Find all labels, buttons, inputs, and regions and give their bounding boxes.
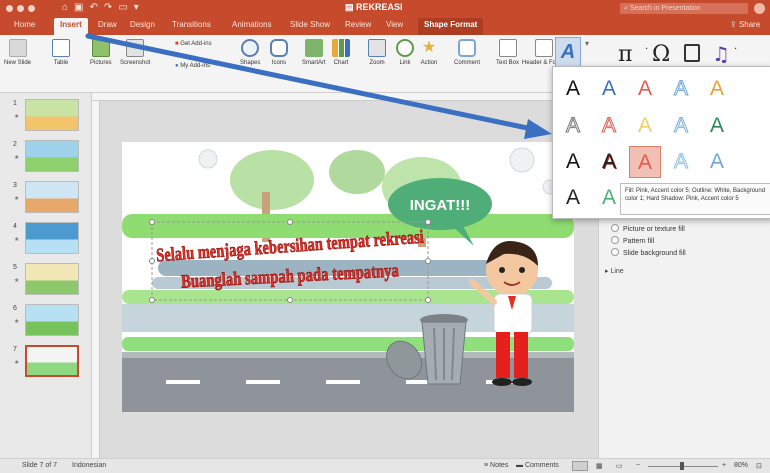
powerpoint-window: ⌂ ▣ ↶ ↷ ▭ ▾ ▤ REKREASI ⌕ Search in Prese… <box>0 0 770 473</box>
zoom-level[interactable]: 80% <box>734 462 748 469</box>
slide-counter: Slide 7 of 7 <box>22 462 58 469</box>
fit-to-window-icon[interactable]: ⊡ <box>756 462 762 470</box>
status-bar: Slide 7 of 7 Indonesian ≡ Notes ▬ Commen… <box>0 458 770 473</box>
zoom-slider-thumb[interactable] <box>680 462 684 470</box>
language-indicator[interactable]: Indonesian <box>72 462 106 469</box>
normal-view-button[interactable] <box>572 461 588 471</box>
comments-icon: ▬ <box>516 462 525 469</box>
zoom-out-icon[interactable]: − <box>636 462 640 469</box>
annotation-arrow-layer <box>85 33 552 139</box>
reading-view-icon[interactable]: ▭ <box>616 462 623 470</box>
notes-button[interactable]: ≡ Notes <box>484 462 508 469</box>
zoom-in-icon[interactable]: + <box>722 462 726 469</box>
slide-sorter-icon[interactable]: ▦ <box>596 462 603 470</box>
annotation-arrowhead <box>524 119 552 139</box>
annotation-arrow <box>85 33 535 132</box>
comments-button[interactable]: ▬ Comments <box>516 462 559 469</box>
